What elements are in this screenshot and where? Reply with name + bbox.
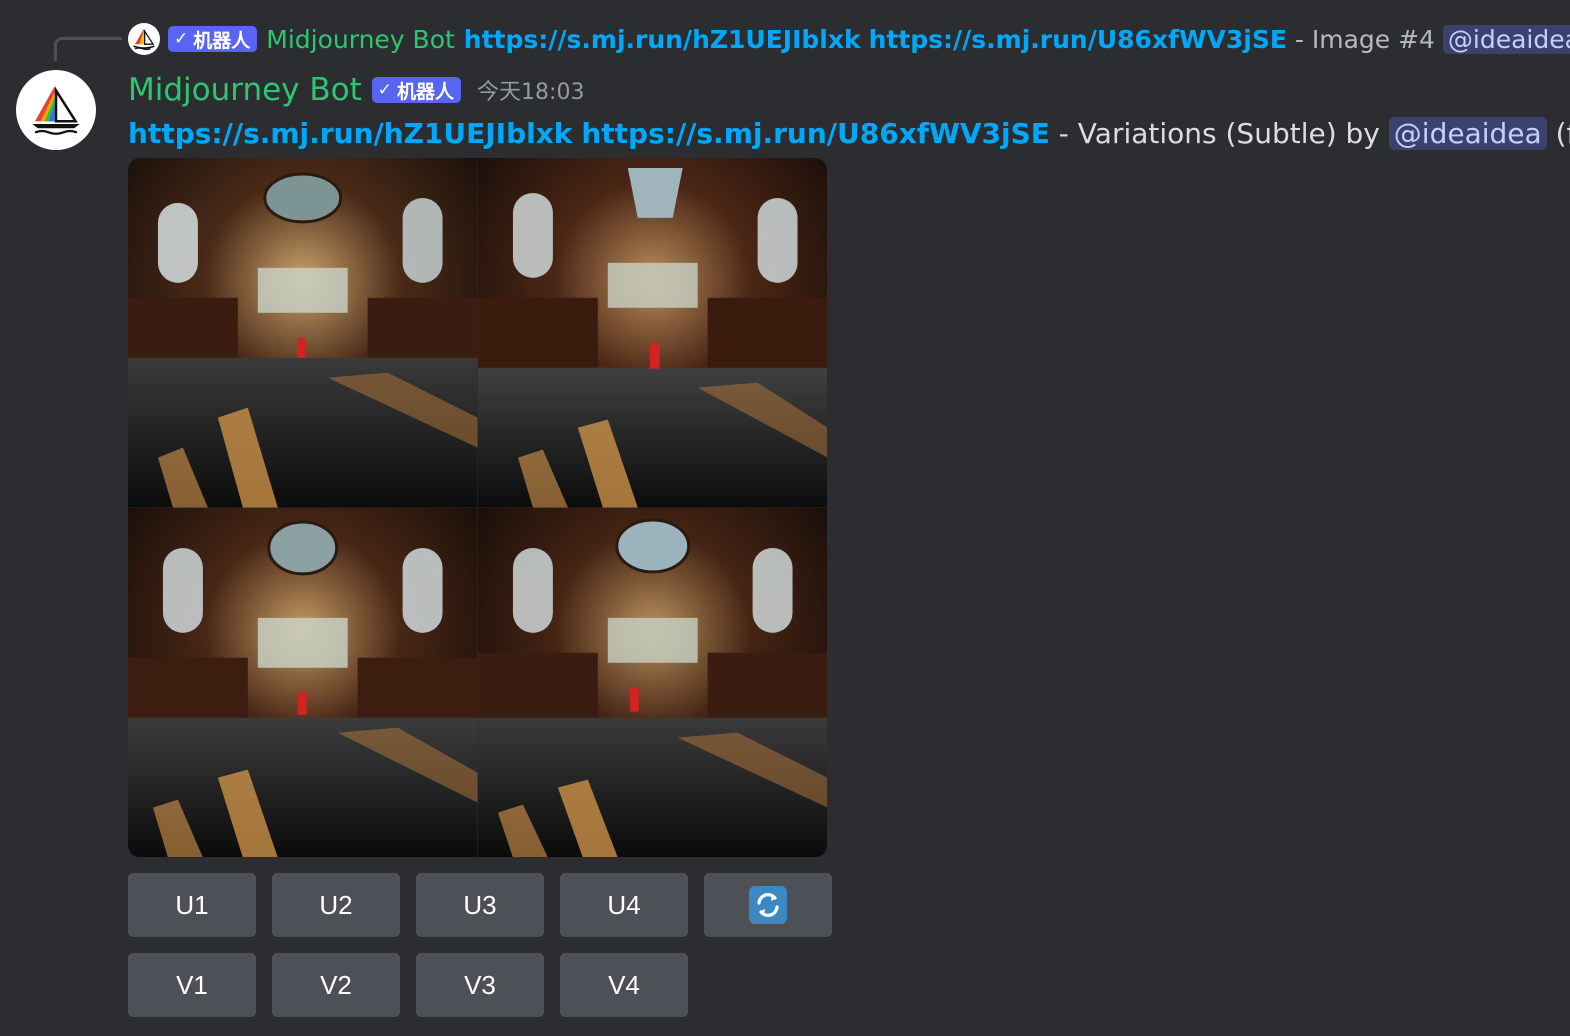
upscale-button-1[interactable]: U1 (128, 873, 256, 937)
timestamp[interactable]: 今天18:03 (477, 74, 584, 106)
reply-suffix: - Image #4 (1294, 24, 1435, 54)
library-image-2[interactable] (477, 158, 827, 508)
message-link-1[interactable]: https://s.mj.run/hZ1UEJIblxk (128, 117, 572, 150)
upscale-button-3[interactable]: U3 (416, 873, 544, 937)
image-grid[interactable] (128, 158, 827, 857)
reply-author-name[interactable]: Midjourney Bot (266, 25, 455, 54)
variation-button-row: V1 V2 V3 V4 (128, 953, 688, 1017)
sailboat-logo-icon (32, 86, 80, 135)
reply-reference[interactable]: ✓ 机器人 Midjourney Bot https://s.mj.run/hZ… (128, 20, 1570, 58)
message-link-2[interactable]: https://s.mj.run/U86xfWV3jSE (581, 117, 1050, 150)
author-name[interactable]: Midjourney Bot (128, 72, 362, 108)
sailboat-logo-icon (133, 28, 155, 51)
library-image-4[interactable] (477, 507, 827, 857)
check-icon: ✓ (174, 29, 189, 49)
message-content: https://s.mj.run/hZ1UEJIblxk https://s.m… (128, 112, 1570, 154)
variation-button-1[interactable]: V1 (128, 953, 256, 1017)
bot-badge: ✓ 机器人 (371, 77, 462, 103)
bot-mini-avatar[interactable] (128, 23, 160, 55)
library-image-1[interactable] (128, 158, 478, 508)
variation-button-4[interactable]: V4 (560, 953, 688, 1017)
variation-button-3[interactable]: V3 (416, 953, 544, 1017)
message-trailing: (fast) (1555, 116, 1570, 150)
message-mention[interactable]: @ideaidea (1388, 116, 1547, 150)
message-text: - Variations (Subtle) by (1058, 116, 1380, 150)
reply-link-1[interactable]: https://s.mj.run/hZ1UEJIblxk (464, 25, 861, 54)
variation-button-2[interactable]: V2 (272, 953, 400, 1017)
check-icon: ✓ (377, 80, 393, 100)
upscale-button-4[interactable]: U4 (560, 873, 688, 937)
refresh-icon (749, 886, 787, 924)
message-header: Midjourney Bot ✓ 机器人 今天18:03 (128, 68, 584, 112)
reply-link-2[interactable]: https://s.mj.run/U86xfWV3jSE (869, 25, 1287, 54)
reroll-button[interactable] (704, 873, 832, 937)
upscale-button-2[interactable]: U2 (272, 873, 400, 937)
upscale-button-row: U1 U2 U3 U4 (128, 873, 832, 937)
bot-avatar[interactable] (16, 70, 96, 150)
library-image-3[interactable] (128, 507, 478, 857)
reply-connector (54, 37, 122, 61)
reply-mention[interactable]: @ideaidea (1442, 24, 1570, 54)
bot-badge: ✓ 机器人 (168, 26, 258, 52)
